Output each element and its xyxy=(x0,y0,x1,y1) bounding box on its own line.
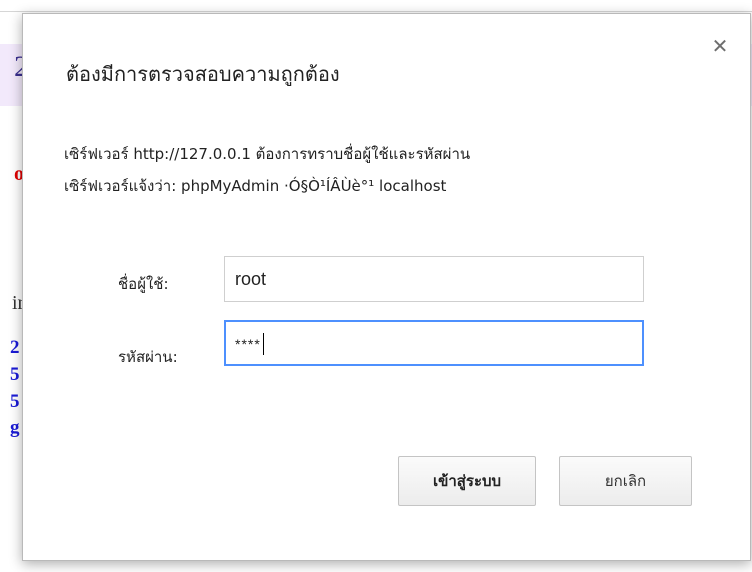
password-label: รหัสผ่าน: xyxy=(118,348,178,366)
server-realm-message: เซิร์ฟเวอร์แจ้งว่า: phpMyAdmin ·Ó§Ò¹ÍÂÙè… xyxy=(64,177,447,195)
username-value: root xyxy=(235,269,267,289)
username-label: ชื่อผู้ใช้: xyxy=(118,275,169,293)
page-link-fragment[interactable]: 5 xyxy=(10,365,20,384)
page-top-divider xyxy=(0,11,752,12)
page-link-fragment[interactable]: g xyxy=(10,418,20,437)
page-link-fragment[interactable]: 2 xyxy=(10,338,20,357)
username-input[interactable]: root xyxy=(224,256,644,302)
login-button[interactable]: เข้าสู่ระบบ xyxy=(398,456,536,506)
auth-dialog: ต้องมีการตรวจสอบความถูกต้อง ✕ เซิร์ฟเวอร… xyxy=(22,13,751,561)
close-icon[interactable]: ✕ xyxy=(709,35,731,57)
server-request-message: เซิร์ฟเวอร์ http://127.0.0.1 ต้องการทราบ… xyxy=(64,145,471,163)
password-input[interactable]: **** xyxy=(224,320,644,366)
cancel-button[interactable]: ยกเลิก xyxy=(559,456,692,506)
text-caret xyxy=(262,333,264,356)
password-value: **** xyxy=(235,336,261,352)
page-link-fragment[interactable]: 5 xyxy=(10,392,20,411)
dialog-title: ต้องมีการตรวจสอบความถูกต้อง xyxy=(66,62,340,86)
